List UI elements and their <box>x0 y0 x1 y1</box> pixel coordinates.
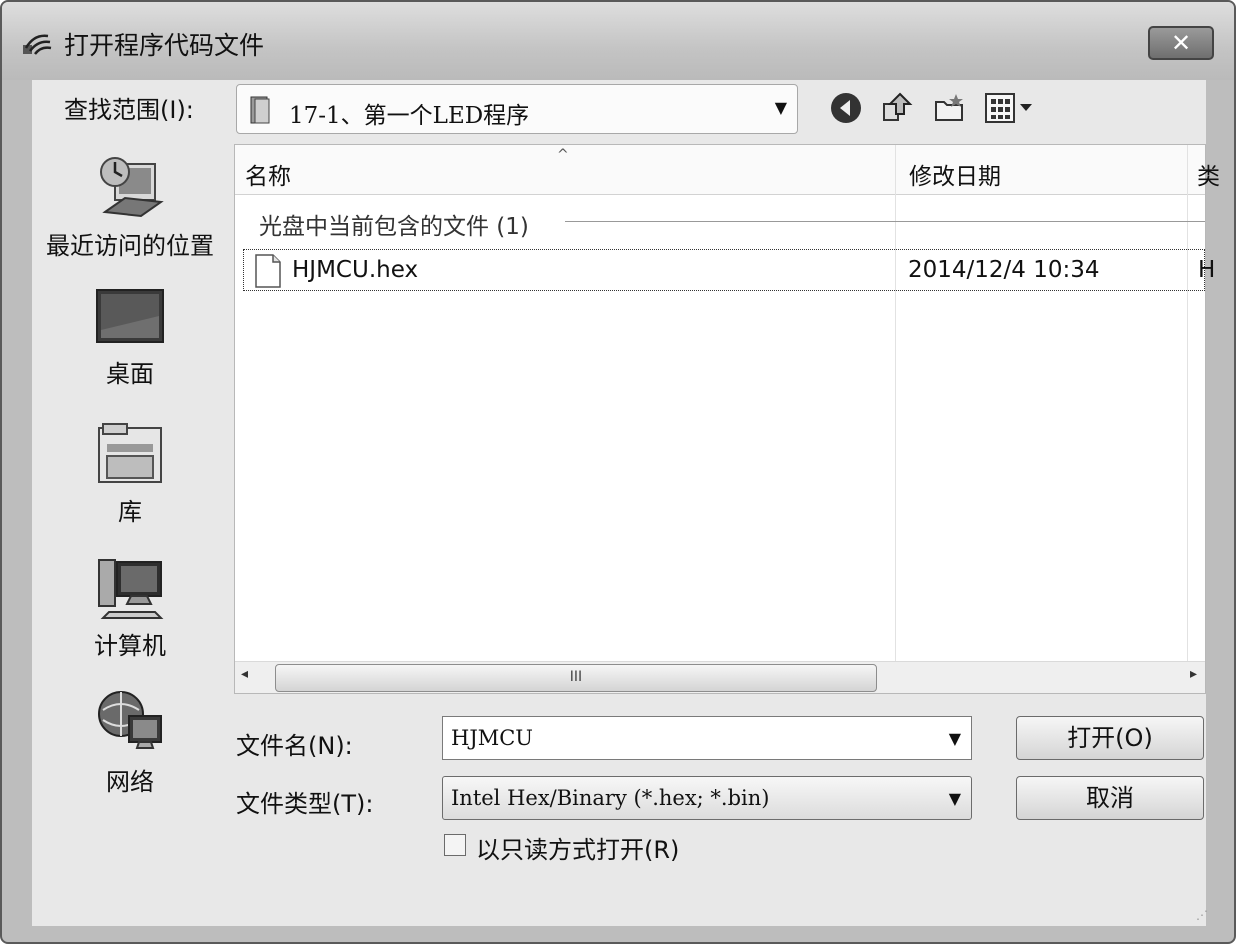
chevron-down-icon[interactable]: ▼ <box>949 789 961 808</box>
folder-icon <box>250 96 270 124</box>
place-label: 桌面 <box>106 360 154 388</box>
filename-label: 文件名(N): <box>236 732 353 760</box>
column-date-header[interactable]: 修改日期 <box>909 157 1001 191</box>
readonly-label[interactable]: 以只读方式打开(R) <box>476 830 679 865</box>
look-in-value: 17-1、第一个LED程序 <box>289 103 530 129</box>
place-label: 最近访问的位置 <box>46 232 214 260</box>
libraries-icon <box>98 423 162 483</box>
look-in-combobox[interactable]: 17-1、第一个LED程序 ▼ <box>236 84 798 134</box>
filetype-value: Intel Hex/Binary (*.hex; *.bin) <box>451 786 770 810</box>
place-label: 网络 <box>106 768 154 796</box>
cancel-button[interactable]: 取消 <box>1016 776 1204 820</box>
new-folder-icon[interactable] <box>932 90 968 126</box>
title-bar[interactable]: 打开程序代码文件 ✕ <box>2 2 1234 80</box>
open-file-dialog: 打开程序代码文件 ✕ 查找范围(I): 17-1、第一个LED程序 ▼ 最近访问… <box>0 0 1236 944</box>
app-icon <box>23 34 52 55</box>
up-folder-icon[interactable] <box>878 90 914 126</box>
look-in-label: 查找范围(I): <box>64 96 194 124</box>
column-divider[interactable] <box>895 145 896 661</box>
group-header[interactable]: 光盘中当前包含的文件 (1) <box>259 207 539 241</box>
open-button[interactable]: 打开(O) <box>1016 716 1204 760</box>
computer-icon <box>98 559 164 619</box>
scroll-left-icon[interactable]: ◂ <box>241 666 248 682</box>
place-network[interactable]: 网络 <box>32 690 228 797</box>
network-icon <box>98 691 162 749</box>
file-row[interactable]: HJMCU.hex 2014/12/4 10:34 H <box>243 249 1215 291</box>
desktop-icon <box>96 289 164 343</box>
close-button[interactable]: ✕ <box>1148 26 1214 60</box>
column-type-header[interactable]: 类 <box>1197 157 1220 191</box>
group-divider <box>565 221 1205 222</box>
filename-value: HJMCU <box>451 726 534 750</box>
horizontal-scrollbar[interactable]: ◂ III ▸ <box>235 661 1205 693</box>
readonly-checkbox[interactable] <box>444 834 466 856</box>
file-name: HJMCU.hex <box>292 257 419 283</box>
recent-places-icon <box>100 157 164 218</box>
scrollbar-thumb[interactable]: III <box>275 664 877 692</box>
place-libraries[interactable]: 库 <box>32 422 228 527</box>
places-bar: 最近访问的位置 桌面 库 计算机 网络 <box>32 144 228 914</box>
filename-input[interactable]: HJMCU ▼ <box>442 716 972 760</box>
place-desktop[interactable]: 桌面 <box>32 286 228 389</box>
filetype-select[interactable]: Intel Hex/Binary (*.hex; *.bin) ▼ <box>442 776 972 820</box>
view-menu-icon[interactable] <box>984 90 1036 126</box>
place-label: 库 <box>118 498 142 526</box>
place-computer[interactable]: 计算机 <box>32 556 228 661</box>
resize-grip-icon[interactable]: ⋰ <box>1196 908 1208 922</box>
sort-ascending-icon: ^ <box>557 147 569 163</box>
file-type: H <box>1198 257 1216 283</box>
scroll-right-icon[interactable]: ▸ <box>1190 666 1197 682</box>
place-recent[interactable]: 最近访问的位置 <box>32 150 228 261</box>
window-title: 打开程序代码文件 <box>64 31 265 60</box>
chevron-down-icon[interactable]: ▼ <box>775 98 787 117</box>
filetype-label: 文件类型(T): <box>236 790 374 818</box>
file-date: 2014/12/4 10:34 <box>908 257 1100 283</box>
place-label: 计算机 <box>94 632 166 660</box>
column-name-header[interactable]: 名称 <box>245 157 291 191</box>
column-divider[interactable] <box>1187 145 1188 661</box>
chevron-down-icon[interactable]: ▼ <box>949 729 961 748</box>
column-header: 名称 ^ 修改日期 类 <box>235 145 1220 195</box>
back-icon[interactable] <box>828 90 864 126</box>
file-icon <box>255 254 281 288</box>
file-list[interactable]: 名称 ^ 修改日期 类 光盘中当前包含的文件 (1) HJMCU.hex 201… <box>234 144 1220 694</box>
